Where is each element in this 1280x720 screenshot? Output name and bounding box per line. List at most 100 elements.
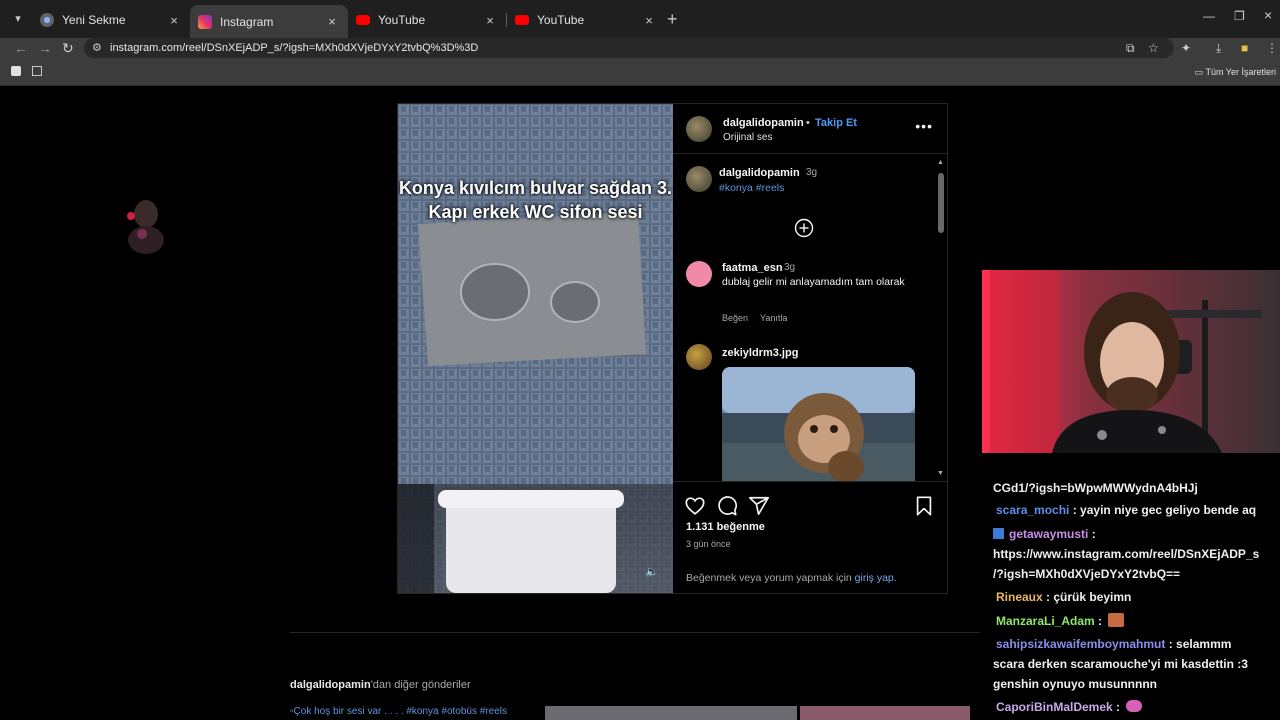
- address-bar[interactable]: ⚙ instagram.com/reel/DSnXEjADP_s/?igsh=M…: [84, 38, 1174, 58]
- forward-icon[interactable]: →: [38, 40, 52, 56]
- author-username[interactable]: dalgalidopamin: [723, 117, 804, 129]
- chat-username[interactable]: ManzaraLi_Adam: [996, 614, 1095, 628]
- chat-line: sahipsizkawaifemboymahmut : selammm: [996, 634, 1231, 654]
- tab-youtube-2[interactable]: YouTube ×: [507, 7, 665, 33]
- page-icon[interactable]: [11, 66, 21, 76]
- all-bookmarks-label: Tüm Yer İşaretleri: [1205, 67, 1276, 77]
- chat-message: :: [1094, 614, 1103, 628]
- posted-time: 3 gün önce: [686, 539, 731, 549]
- restore-icon[interactable]: ❐: [1234, 9, 1245, 23]
- author-avatar[interactable]: [686, 116, 712, 142]
- commenter-avatar[interactable]: [686, 261, 712, 287]
- video-caption-overlay: Konya kıvılcım bulvar sağdan 3. Kapı erk…: [398, 178, 673, 222]
- comment-text: dublaj gelir mi anlayamadım tam olarak: [722, 276, 905, 288]
- login-prompt: Beğenmek veya yorum yapmak için giriş ya…: [686, 572, 897, 584]
- extension-badge-icon[interactable]: ■: [1241, 41, 1248, 55]
- post-sidebar: dalgalidopamin • Takip Et Orijinal ses •…: [673, 104, 947, 593]
- bookmark-star-icon[interactable]: ☆: [1148, 41, 1159, 55]
- back-icon[interactable]: ←: [14, 40, 28, 56]
- url-text: instagram.com/reel/DSnXEjADP_s/?igsh=MXh…: [110, 42, 479, 54]
- tab-youtube-1[interactable]: YouTube ×: [348, 7, 506, 33]
- folder-icon: ▭: [1194, 67, 1206, 77]
- post-thumbnail[interactable]: [545, 706, 797, 720]
- new-tab-button[interactable]: +: [667, 9, 678, 29]
- reload-icon[interactable]: ↻: [62, 40, 74, 57]
- chat-message: :: [1088, 527, 1096, 541]
- chat-username[interactable]: getawaymusti: [1009, 527, 1088, 541]
- comments-scrollbar[interactable]: ▲ ▼: [937, 159, 945, 477]
- close-window-icon[interactable]: ×: [1264, 7, 1272, 23]
- comment-username[interactable]: zekiyldrm3.jpg: [722, 347, 798, 359]
- chat-message[interactable]: /?igsh=MXh0dXVjeDYxY2tvbQ==: [993, 567, 1180, 581]
- chat-message[interactable]: https://www.instagram.com/reel/DSnXEjADP…: [993, 547, 1259, 561]
- install-app-icon[interactable]: ⧉: [1126, 41, 1135, 56]
- chat-line: https://www.instagram.com/reel/DSnXEjADP…: [993, 544, 1259, 564]
- tab-label: Yeni Sekme: [62, 13, 126, 27]
- menu-dots-icon[interactable]: ⋮: [1266, 41, 1278, 55]
- chat-username[interactable]: CaporiBinMalDemek: [996, 700, 1113, 714]
- close-tab-icon[interactable]: ×: [641, 13, 657, 28]
- chat-line: ManzaraLi_Adam :: [996, 611, 1125, 631]
- bookmarks-bar: ▭ Tüm Yer İşaretleri: [0, 60, 1280, 86]
- chat-emote-icon: [1126, 700, 1143, 712]
- like-heart-icon[interactable]: [684, 495, 706, 517]
- chat-line: CaporiBinMalDemek :: [996, 697, 1143, 717]
- post-thumbnail[interactable]: [800, 706, 970, 720]
- extensions-icon[interactable]: ✦: [1181, 41, 1191, 55]
- caption-avatar[interactable]: [686, 166, 712, 192]
- audio-icon[interactable]: 🔈: [645, 565, 659, 579]
- scroll-down-icon[interactable]: ▼: [937, 470, 944, 477]
- comment-icon[interactable]: [716, 495, 738, 517]
- audio-label[interactable]: Orijinal ses: [723, 132, 772, 143]
- tab-label: YouTube: [537, 13, 585, 27]
- more-posts-username[interactable]: dalgalidopamin: [290, 679, 371, 691]
- chat-line: genshin oynuyo musunnnnn: [993, 674, 1157, 694]
- scroll-up-icon[interactable]: ▲: [937, 159, 944, 166]
- caption-time: 3g: [806, 167, 818, 178]
- comment-reply-button[interactable]: Yanıtla: [760, 313, 787, 323]
- caption-username[interactable]: dalgalidopamin: [719, 167, 800, 179]
- reel-video[interactable]: Konya kıvılcım bulvar sağdan 3. Kapı erk…: [398, 104, 673, 593]
- download-icon[interactable]: ⤓: [1216, 41, 1221, 56]
- comment-gif-image[interactable]: [722, 367, 915, 482]
- chat-username[interactable]: sahipsizkawaifemboymahmut: [996, 637, 1165, 651]
- tab-label: Instagram: [220, 14, 274, 29]
- share-icon[interactable]: [748, 495, 770, 517]
- apps-grid-icon[interactable]: [32, 66, 42, 76]
- save-bookmark-icon[interactable]: [913, 495, 935, 517]
- load-more-comments-icon[interactable]: [794, 218, 814, 238]
- close-tab-icon[interactable]: ×: [324, 14, 340, 29]
- chat-emote-icon: [1108, 613, 1125, 627]
- youtube-icon: [515, 15, 529, 25]
- tab-search-chevron-icon[interactable]: ▾: [8, 9, 28, 29]
- tab-yeni-sekme[interactable]: Yeni Sekme ×: [32, 7, 190, 33]
- close-tab-icon[interactable]: ×: [166, 13, 182, 28]
- chat-message: : çürük beyimn: [1042, 590, 1132, 604]
- thumbnail-alt-text: Çok hoş bir sesi var . . . . #konya #oto…: [293, 706, 507, 717]
- comment-username[interactable]: faatma_esn: [722, 262, 783, 274]
- chat-username[interactable]: Rineaux: [996, 590, 1043, 604]
- login-link[interactable]: giriş yap.: [855, 572, 897, 584]
- chat-line: CGd1/?igsh=bWpwMWWydnA4bHJj: [993, 478, 1198, 498]
- caption-hashtags[interactable]: #konya #reels: [719, 182, 784, 194]
- header-separator: •: [806, 117, 810, 129]
- chat-line: scara_mochi : yayin niye gec geliyo bend…: [996, 500, 1256, 520]
- likes-count[interactable]: 1.131 beğenme: [686, 521, 765, 533]
- chat-line: Rineaux : çürük beyimn: [996, 587, 1131, 607]
- commenter-avatar[interactable]: [686, 344, 712, 370]
- browser-toolbar: ← → ↻ ⚙ instagram.com/reel/DSnXEjADP_s/?…: [0, 38, 1280, 60]
- close-tab-icon[interactable]: ×: [482, 13, 498, 28]
- site-info-icon[interactable]: ⚙: [92, 38, 102, 58]
- scrollbar-thumb[interactable]: [938, 173, 944, 233]
- more-posts-grid: ▫Çok hoş bir sesi var . . . . #konya #ot…: [290, 706, 980, 720]
- minimize-icon[interactable]: —: [1203, 9, 1215, 23]
- more-options-icon[interactable]: •••: [915, 118, 933, 134]
- follow-button[interactable]: Takip Et: [815, 117, 857, 129]
- instagram-icon: [198, 14, 212, 29]
- all-bookmarks-folder[interactable]: ▭ Tüm Yer İşaretleri: [1195, 67, 1276, 78]
- post-thumbnail-alt[interactable]: ▫Çok hoş bir sesi var . . . . #konya #ot…: [290, 706, 542, 720]
- tab-instagram[interactable]: Instagram ×: [190, 5, 348, 38]
- section-divider: [290, 632, 980, 633]
- comment-like-button[interactable]: Beğen: [722, 313, 748, 323]
- chat-username[interactable]: scara_mochi: [996, 503, 1069, 517]
